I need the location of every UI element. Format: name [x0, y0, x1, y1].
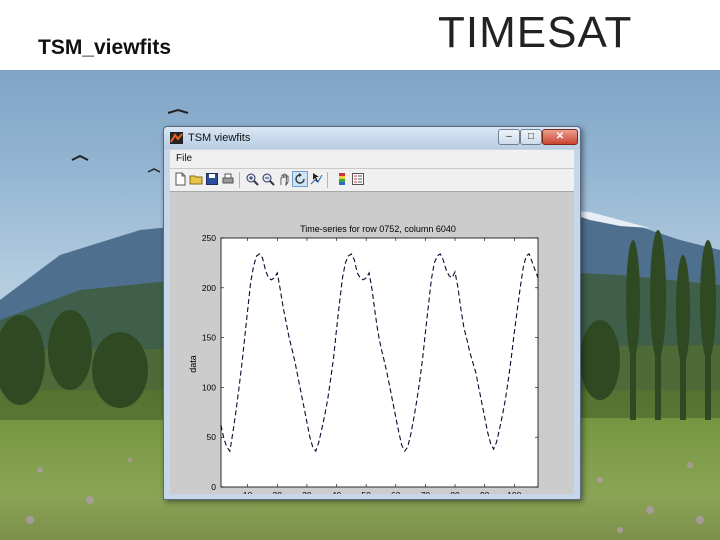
x-tick-label: 50	[361, 490, 371, 494]
open-icon[interactable]	[189, 172, 203, 186]
rotate-icon[interactable]	[292, 171, 308, 187]
tsm-viewfits-window[interactable]: TSM viewfits – □ ✕ File Time-series for …	[163, 126, 581, 500]
x-tick-label: 100	[507, 490, 521, 494]
y-axis-label: data	[188, 355, 198, 373]
colorbar-icon[interactable]	[335, 172, 349, 186]
x-tick-label: 30	[302, 490, 312, 494]
x-tick-label: 20	[273, 490, 283, 494]
window-title: TSM viewfits	[188, 132, 251, 144]
figure-canvas: Time-series for row 0752, column 6040 ti…	[170, 192, 574, 494]
toolbar-separator	[239, 172, 240, 188]
maximize-button[interactable]: □	[520, 129, 542, 145]
minimize-button[interactable]: –	[498, 129, 520, 145]
y-tick-label: 100	[202, 382, 216, 392]
y-tick-label: 250	[202, 233, 216, 243]
x-tick-label: 40	[332, 490, 342, 494]
x-tick-label: 80	[450, 490, 460, 494]
menu-file[interactable]: File	[176, 153, 192, 164]
zoom-out-icon[interactable]	[261, 172, 275, 186]
print-icon[interactable]	[221, 172, 235, 186]
menu-bar: File	[170, 150, 574, 169]
y-tick-label: 50	[207, 432, 217, 442]
save-icon[interactable]	[205, 172, 219, 186]
window-client-area: File Time-series for row 0752, column 60…	[170, 150, 574, 494]
x-tick-label: 70	[421, 490, 431, 494]
matlab-icon	[170, 132, 183, 144]
new-figure-icon[interactable]	[173, 172, 187, 186]
y-tick-label: 0	[211, 482, 216, 492]
toolbar-separator	[327, 172, 328, 188]
pan-icon[interactable]	[277, 172, 291, 186]
figure-toolbar	[170, 169, 574, 192]
plot-axes-box	[220, 237, 539, 488]
legend-icon[interactable]	[351, 172, 365, 186]
y-tick-label: 150	[202, 333, 216, 343]
close-button[interactable]: ✕	[542, 129, 578, 145]
x-tick-label: 10	[243, 490, 253, 494]
data-cursor-icon[interactable]	[309, 172, 323, 186]
time-series-plot: Time-series for row 0752, column 6040 ti…	[188, 224, 539, 494]
x-tick-label: 60	[391, 490, 401, 494]
window-titlebar[interactable]: TSM viewfits – □ ✕	[164, 127, 580, 149]
slide-title: TIMESAT	[438, 8, 633, 57]
plot-title: Time-series for row 0752, column 6040	[300, 224, 456, 234]
slide-subtitle: TSM_viewfits	[38, 36, 172, 59]
zoom-in-icon[interactable]	[245, 172, 259, 186]
x-tick-label: 90	[480, 490, 490, 494]
y-tick-label: 200	[202, 283, 216, 293]
